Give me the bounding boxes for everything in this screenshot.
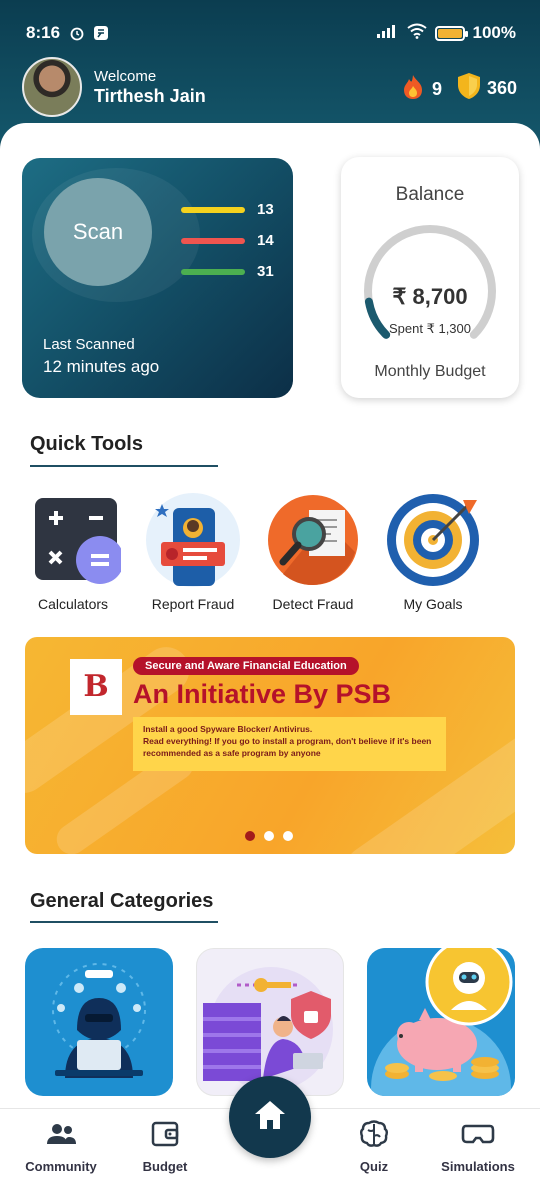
general-categories-heading: General Categories <box>30 890 214 912</box>
app-header: 8:16 100% Welcome Tirthesh Jain 9 360 <box>0 0 540 140</box>
category-card-savings[interactable] <box>367 948 515 1096</box>
calculator-icon <box>25 492 124 588</box>
vr-headset-icon <box>430 1117 526 1151</box>
wifi-icon <box>406 23 427 44</box>
quick-tools-underline <box>30 465 218 467</box>
metric-bar <box>181 206 245 213</box>
nav-quiz[interactable]: Quiz <box>326 1117 422 1174</box>
nav-label: Budget <box>142 1159 188 1174</box>
metric-row: 14 <box>181 225 274 256</box>
carousel-indicators <box>245 831 293 841</box>
scan-button[interactable]: Scan <box>44 178 152 286</box>
brain-icon <box>326 1117 422 1151</box>
promo-banner[interactable]: B Secure and Aware Financial Education A… <box>25 637 515 854</box>
category-card-security[interactable] <box>196 948 344 1096</box>
logo-mark: B <box>83 669 109 704</box>
target-icon <box>385 492 481 588</box>
scan-card[interactable]: Scan 13 14 31 Last Scanned 12 minutes ag… <box>22 158 293 398</box>
streak-counter[interactable]: 9 <box>402 74 442 105</box>
piggy-bank-illustration <box>371 948 513 1096</box>
budget-gauge <box>364 225 496 339</box>
monthly-budget-label: Monthly Budget <box>374 363 486 380</box>
streak-count: 9 <box>432 79 443 99</box>
spent-amount: Spent ₹ 1,300 <box>389 321 471 336</box>
tool-label: My Goals <box>403 596 463 612</box>
flame-icon <box>402 74 424 105</box>
alarm-icon <box>68 24 86 42</box>
wallet-icon <box>117 1117 213 1151</box>
metric-value: 31 <box>257 263 274 280</box>
banner-tip: Install a good Spyware Blocker/ Antiviru… <box>133 717 446 771</box>
nav-community[interactable]: Community <box>13 1117 109 1174</box>
welcome-text: Welcome <box>94 68 157 85</box>
banner-tip-line: Install a good Spyware Blocker/ Antiviru… <box>143 724 313 734</box>
banner-tagline: Secure and Aware Financial Education <box>133 657 359 675</box>
scan-metrics: 13 14 31 <box>181 194 274 287</box>
nav-label: Quiz <box>359 1159 389 1174</box>
detect-fraud-icon <box>265 492 361 588</box>
signal-icon <box>376 23 399 43</box>
carousel-dot[interactable] <box>283 831 293 841</box>
metric-row: 13 <box>181 194 274 225</box>
tool-calculators[interactable]: Calculators <box>18 492 128 612</box>
balance-amount: ₹ 8,700 <box>392 284 468 309</box>
battery-icon <box>434 25 468 41</box>
last-scanned-label: Last Scanned <box>43 336 135 353</box>
metric-value: 14 <box>257 232 274 249</box>
hacker-illustration <box>52 963 146 1078</box>
metric-value: 13 <box>257 201 274 218</box>
shield-icon <box>457 72 481 105</box>
app-notification-icon <box>92 24 110 42</box>
category-card-hacker[interactable] <box>25 948 173 1096</box>
banner-tip-line: Read everything! If you go to install a … <box>143 736 432 758</box>
balance-card[interactable]: Balance ₹ 8,700 Spent ₹ 1,300 Monthly Bu… <box>341 157 519 398</box>
nav-budget[interactable]: Budget <box>117 1117 213 1174</box>
quick-tools-heading: Quick Tools <box>30 433 143 455</box>
banner-title: An Initiative By PSB <box>133 679 392 709</box>
coin-count: 360 <box>487 78 518 98</box>
status-bar: 8:16 100% <box>26 20 516 46</box>
psb-logo: B <box>70 659 122 715</box>
battery-percent: 100% <box>472 23 516 42</box>
status-time: 8:16 <box>26 23 61 42</box>
home-icon <box>253 1099 287 1136</box>
home-button[interactable] <box>229 1076 311 1158</box>
tool-report-fraud[interactable]: Report Fraud <box>138 492 248 612</box>
avatar[interactable] <box>22 57 82 117</box>
community-icon <box>13 1117 109 1151</box>
tool-label: Detect Fraud <box>272 596 354 612</box>
metric-bar <box>181 268 245 275</box>
tool-label: Calculators <box>37 596 109 612</box>
general-categories-underline <box>30 921 218 923</box>
nav-label: Community <box>25 1159 97 1174</box>
report-fraud-icon <box>145 492 241 588</box>
coin-counter[interactable]: 360 <box>457 72 517 105</box>
nav-label: Simulations <box>441 1159 515 1174</box>
metric-bar <box>181 237 245 244</box>
tool-label: Report Fraud <box>151 596 235 612</box>
nav-simulations[interactable]: Simulations <box>430 1117 526 1174</box>
security-illustration <box>203 967 333 1091</box>
carousel-dot[interactable] <box>245 831 255 841</box>
tool-detect-fraud[interactable]: Detect Fraud <box>258 492 368 612</box>
tool-my-goals[interactable]: My Goals <box>378 492 488 612</box>
carousel-dot[interactable] <box>264 831 274 841</box>
user-name: Tirthesh Jain <box>94 86 206 106</box>
last-scanned-value: 12 minutes ago <box>43 357 160 376</box>
metric-row: 31 <box>181 256 274 287</box>
